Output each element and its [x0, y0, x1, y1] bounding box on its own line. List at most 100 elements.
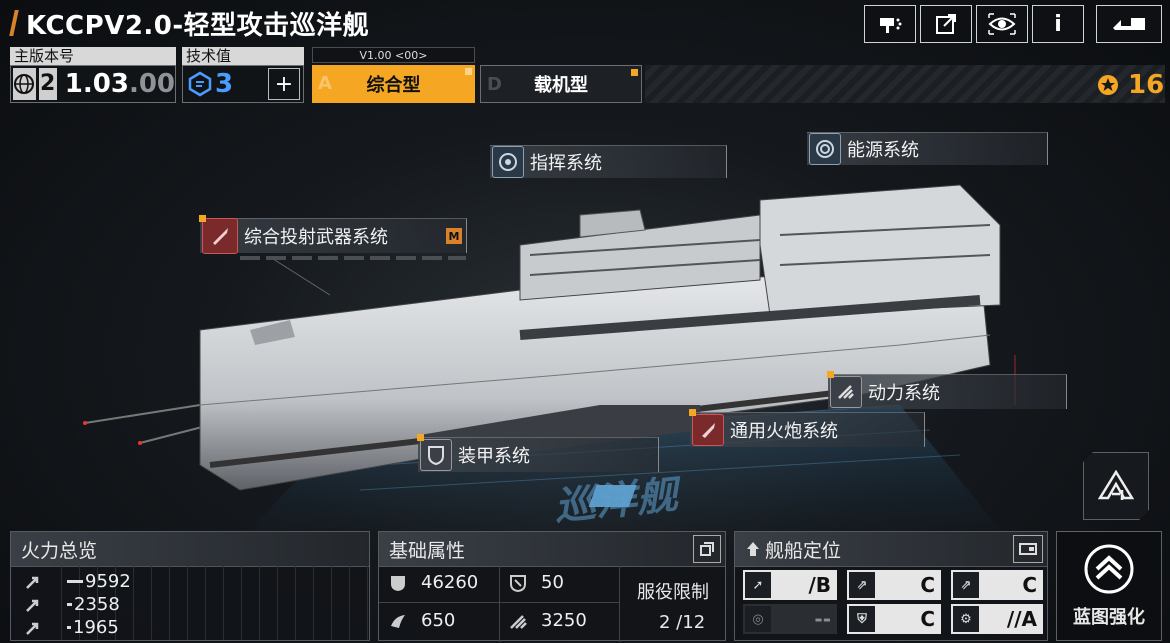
firepower-value: 2358	[74, 594, 120, 615]
upgrade-label: 蓝图强化	[1073, 607, 1145, 628]
firepower-value: 1965	[73, 617, 119, 638]
card-icon	[1019, 543, 1037, 555]
ship-name: KCCPV2.0-轻型攻击巡洋舰	[26, 10, 370, 41]
firepower-bar	[67, 603, 72, 606]
firepower-title: 火力总览	[11, 532, 369, 567]
firepower-rows: 9592 2358 1965	[25, 570, 131, 639]
positioning-panel: 舰船定位 ➚ /B ⇗ C ⇗ C ◎ -- ⛨ C ⚙ //A	[734, 531, 1048, 641]
firepower-row: 9592	[25, 570, 131, 593]
stat-hp: 46260	[389, 572, 478, 593]
thruster-icon	[830, 376, 862, 408]
selected-indicator	[827, 371, 834, 378]
role-rank-cell[interactable]: ⇗ C	[847, 570, 941, 600]
role-defense-icon: ⛨	[849, 606, 875, 632]
missile-icon	[202, 218, 238, 254]
currency-value: 16	[1128, 70, 1165, 100]
view-icon	[988, 13, 1016, 35]
system-armor-label: 装甲系统	[458, 446, 530, 467]
version-label: 主版本号	[10, 47, 176, 65]
divider	[619, 566, 620, 642]
system-power-label: 动力系统	[868, 383, 940, 404]
firepower-row: 1965	[25, 616, 131, 639]
system-badge: M	[446, 228, 462, 244]
shield-stat-icon	[391, 614, 405, 628]
tech-icon	[188, 71, 212, 97]
blueprint-upgrade-button[interactable]: 蓝图强化	[1056, 531, 1162, 641]
tab-indicator	[465, 68, 472, 75]
tab-letter: A	[318, 73, 332, 94]
copy-icon	[700, 542, 714, 556]
system-projectile[interactable]: 综合投射武器系统 M	[199, 215, 467, 254]
stat-armor-value: 50	[541, 572, 564, 593]
system-armor[interactable]: 装甲系统	[417, 434, 659, 472]
back-icon	[1113, 18, 1145, 30]
role-rank-value: //A	[1006, 607, 1037, 631]
tech-value: 3	[215, 69, 234, 99]
hull-icon	[391, 575, 405, 591]
system-cannon-label: 通用火炮系统	[730, 421, 838, 442]
version-minor: 1.03	[64, 69, 129, 99]
stat-shield: 650	[389, 610, 455, 631]
stat-armor: 50	[509, 572, 564, 593]
info-icon: i	[1054, 11, 1062, 37]
system-power[interactable]: 动力系统	[827, 371, 1067, 409]
system-cannon[interactable]: 通用火炮系统	[689, 409, 925, 447]
role-rank-value: C	[1022, 573, 1037, 597]
role-rank-cell[interactable]: ➚ /B	[743, 570, 837, 600]
paint-button[interactable]	[864, 5, 916, 43]
slot-bar	[240, 256, 466, 260]
medal-icon	[1098, 75, 1118, 95]
selected-indicator	[417, 434, 424, 441]
fleet-emblem-icon	[1098, 470, 1134, 500]
attributes-expand-button[interactable]	[693, 535, 721, 563]
stat-shield-value: 650	[421, 610, 456, 631]
tech-panel: 技术值 3 +	[182, 47, 304, 103]
ship-role-icon	[747, 542, 759, 556]
ship-title: KCCPV2.0-轻型攻击巡洋舰	[9, 6, 370, 41]
tab-config-a[interactable]: A 综合型	[312, 65, 475, 103]
firepower-bar	[67, 626, 71, 629]
info-button[interactable]: i	[1032, 5, 1084, 43]
title-accent-bar	[9, 10, 19, 36]
role-strike-icon: ⇗	[849, 572, 875, 598]
view-button[interactable]	[976, 5, 1028, 43]
globe-icon	[13, 68, 36, 100]
role-rank-cell[interactable]: ⇗ C	[951, 570, 1043, 600]
stat-speed-value: 3250	[541, 610, 587, 631]
share-button[interactable]	[920, 5, 972, 43]
back-button[interactable]	[1096, 5, 1162, 43]
tab-indicator	[631, 69, 638, 76]
role-support-icon: ◎	[745, 606, 771, 632]
firepower-panel: 火力总览 9592 2358 1965	[10, 531, 370, 641]
role-rank-value: C	[920, 573, 935, 597]
tech-add-button[interactable]: +	[268, 68, 300, 100]
role-rank-cell[interactable]: ⚙ //A	[951, 604, 1043, 634]
role-rank-value: /B	[808, 573, 831, 597]
role-rank-cell[interactable]: ⛨ C	[847, 604, 941, 634]
divider	[379, 602, 619, 603]
tab-config-d[interactable]: D 载机型	[480, 65, 642, 103]
currency-display: 16	[1096, 70, 1164, 100]
tab-letter: D	[487, 74, 502, 95]
plus-icon: +	[274, 71, 294, 97]
system-command[interactable]: 指挥系统	[490, 145, 727, 178]
system-command-label: 指挥系统	[530, 153, 602, 174]
firepower-icon	[26, 599, 39, 612]
service-limit-value: 2 /12	[659, 612, 706, 633]
firepower-icon	[26, 622, 39, 635]
attributes-title: 基础属性	[379, 532, 725, 567]
system-energy[interactable]: 能源系统	[807, 132, 1048, 165]
header-stripe	[645, 65, 1165, 103]
system-energy-label: 能源系统	[847, 140, 919, 161]
share-icon	[936, 14, 956, 34]
attributes-panel: 基础属性 46260 50 650 3250 服役限制 2 /12	[378, 531, 726, 642]
positioning-title-text: 舰船定位	[765, 539, 842, 562]
tech-label: 技术值	[182, 47, 304, 65]
version-major: 2	[38, 68, 57, 100]
positioning-toggle-button[interactable]	[1013, 535, 1043, 563]
stat-speed: 3250	[509, 610, 587, 631]
emblem-button[interactable]	[1083, 452, 1149, 520]
positioning-title: 舰船定位	[735, 532, 1047, 567]
reactor-icon	[809, 133, 841, 165]
role-rank-cell[interactable]: ◎ --	[743, 604, 837, 634]
